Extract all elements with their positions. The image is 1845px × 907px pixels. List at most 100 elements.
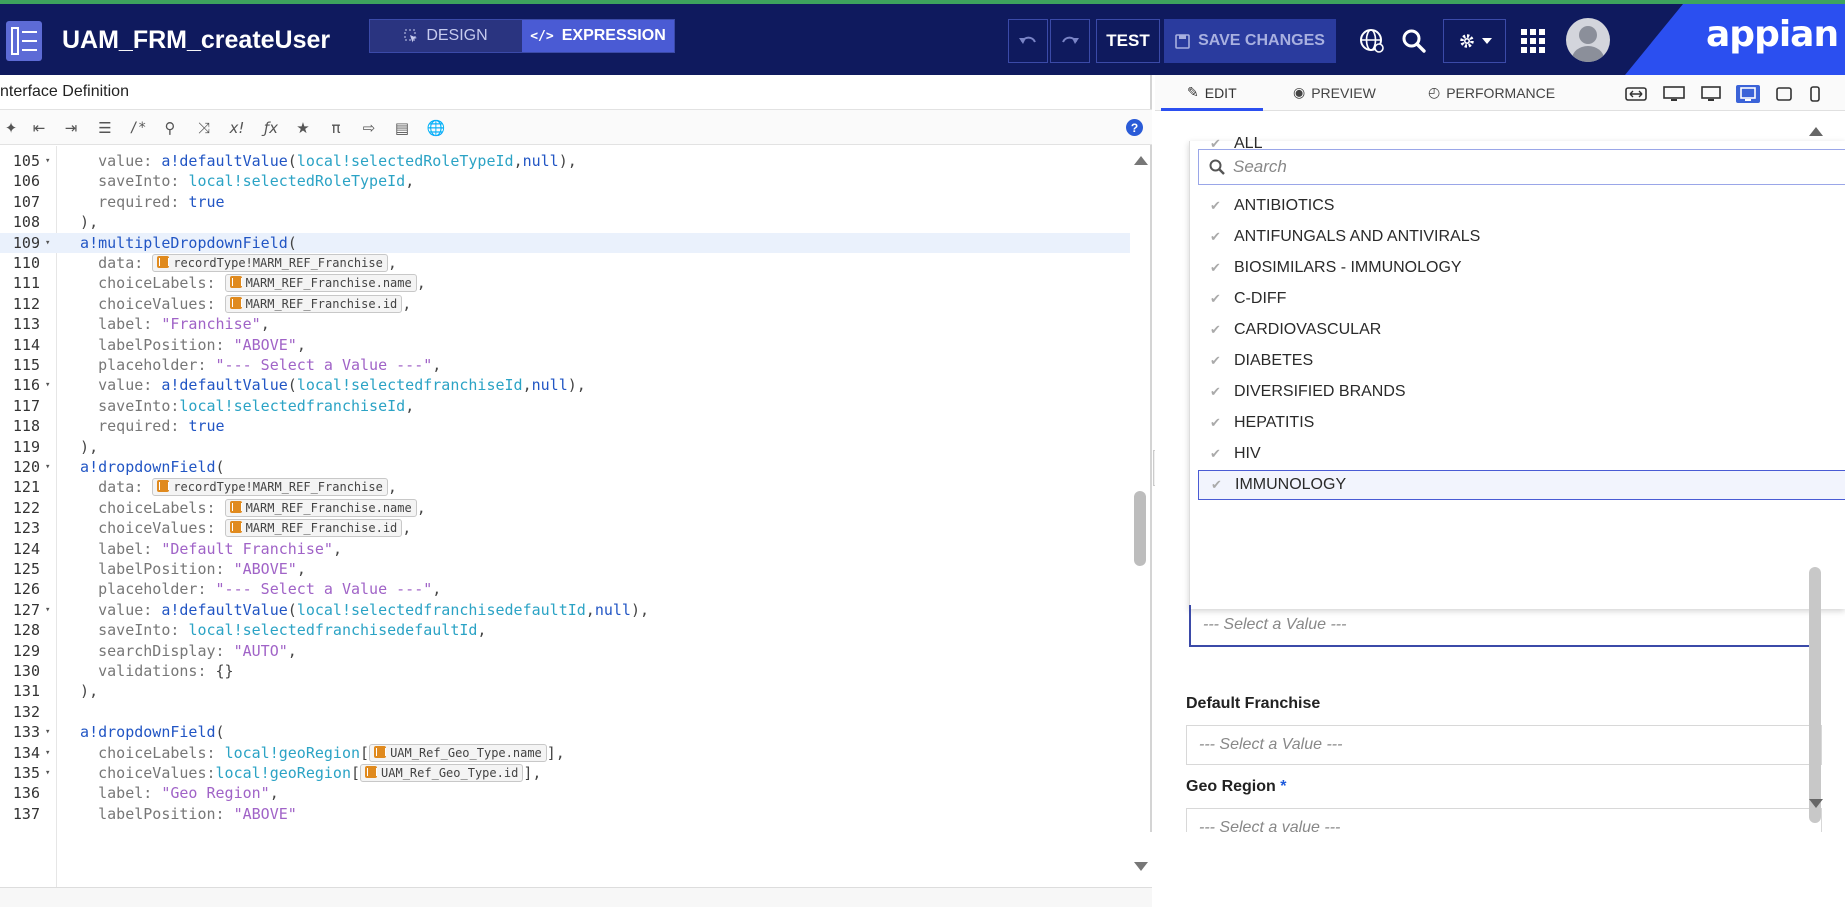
scroll-thumb[interactable]	[1134, 491, 1146, 566]
translations-button[interactable]	[1354, 19, 1390, 63]
redo-button[interactable]	[1050, 19, 1090, 63]
settings-menu-button[interactable]	[1443, 19, 1506, 63]
code-line[interactable]: 121 data: recordType!MARM_REF_Franchise,	[0, 477, 1130, 497]
export-icon[interactable]: ⇨	[358, 118, 380, 138]
save-changes-button[interactable]: SAVE CHANGES	[1164, 19, 1336, 63]
code-line[interactable]: 106 saveInto: local!selectedRoleTypeId,	[0, 171, 1130, 191]
dropdown-option[interactable]: ✔ DIABETES	[1198, 346, 1845, 376]
code-line[interactable]: 133 ▾ a!dropdownField(	[0, 722, 1130, 742]
code-line[interactable]: 137 labelPosition: "ABOVE"	[0, 804, 1130, 824]
desktop-wide-icon[interactable]	[1662, 85, 1686, 103]
dropdown-search-input[interactable]: Search	[1198, 149, 1845, 185]
find-icon[interactable]: ⚲	[159, 118, 181, 138]
help-icon[interactable]: ?	[1126, 119, 1143, 136]
tab-preview[interactable]: ◉ PREVIEW	[1293, 84, 1376, 101]
code-line[interactable]: 127 ▾ value: a!defaultValue(local!selecte…	[0, 600, 1130, 620]
indent-icon[interactable]: ⇥	[60, 118, 82, 138]
code-line[interactable]: 134 ▾ choiceLabels: local!geoRegion[UAM_R…	[0, 743, 1130, 763]
code-line[interactable]: 110 data: recordType!MARM_REF_Franchise,	[0, 253, 1130, 273]
code-line[interactable]: 112 choiceValues: MARM_REF_Franchise.id,	[0, 294, 1130, 314]
remove-function-icon[interactable]: x!	[226, 118, 248, 138]
outdent-icon[interactable]: ⇤	[28, 118, 50, 138]
format-list-icon[interactable]: ☰	[94, 118, 116, 138]
function-icon[interactable]: ƒx	[260, 118, 282, 138]
dropdown-option[interactable]: ✔ CARDIOVASCULAR	[1198, 315, 1845, 345]
code-line[interactable]: 123 choiceValues: MARM_REF_Franchise.id,	[0, 518, 1130, 538]
code-line[interactable]: 130 validations: {}	[0, 661, 1130, 681]
code-line[interactable]: 118 required: true	[0, 416, 1130, 436]
dropdown-option[interactable]: ✔ BIOSIMILARS - IMMUNOLOGY	[1198, 253, 1845, 283]
fold-arrow-icon[interactable]: ▾	[45, 743, 50, 763]
preview-scroll-down-icon[interactable]	[1809, 799, 1823, 808]
geo-region-select[interactable]: --- Select a value ---	[1186, 808, 1822, 832]
dropdown-option[interactable]: ✔ IMMUNOLOGY	[1198, 470, 1845, 500]
undo-button[interactable]	[1008, 19, 1048, 63]
code-line[interactable]: 135 ▾ choiceValues:local!geoRegion[UAM_Re…	[0, 763, 1130, 783]
dropdown-option[interactable]: ✔ ANTIFUNGALS AND ANTIVIRALS	[1198, 222, 1845, 252]
fold-arrow-icon[interactable]: ▾	[45, 375, 50, 395]
code-line[interactable]: 113 label: "Franchise",	[0, 314, 1130, 334]
code-line[interactable]: 111 choiceLabels: MARM_REF_Franchise.nam…	[0, 273, 1130, 293]
code-line[interactable]: 122 choiceLabels: MARM_REF_Franchise.nam…	[0, 498, 1130, 518]
star-icon[interactable]: ★	[292, 118, 314, 138]
code-line[interactable]: 108 ),	[0, 212, 1130, 232]
phone-icon[interactable]	[1803, 85, 1827, 103]
dropdown-option[interactable]: ✔ C-DIFF	[1198, 284, 1845, 314]
code-line[interactable]: 105 ▾ value: a!defaultValue(local!selecte…	[0, 151, 1130, 171]
fold-arrow-icon[interactable]: ▾	[45, 233, 50, 253]
fold-arrow-icon[interactable]: ▾	[45, 763, 50, 783]
code-line[interactable]: 125 labelPosition: "ABOVE",	[0, 559, 1130, 579]
code-line[interactable]: 128 saveInto: local!selectedfranchisedef…	[0, 620, 1130, 640]
code-line[interactable]: 131 ),	[0, 681, 1130, 701]
dropdown-option[interactable]: ✔ HEPATITIS	[1198, 408, 1845, 438]
editor-horizontal-scrollbar[interactable]	[0, 887, 1152, 907]
dropdown-option[interactable]: ✔ HIV	[1198, 439, 1845, 469]
code-line[interactable]: 120 ▾ a!dropdownField(	[0, 457, 1130, 477]
franchise-select-field[interactable]: --- Select a Value ---	[1189, 605, 1819, 647]
desktop-icon[interactable]	[1699, 85, 1723, 103]
preview-scroll-thumb[interactable]	[1809, 567, 1821, 823]
code-line[interactable]: 109 ▾ a!multipleDropdownField(	[0, 232, 1130, 253]
magic-wand-icon[interactable]: ✦	[0, 118, 22, 138]
test-button[interactable]: TEST	[1096, 19, 1160, 63]
tab-edit[interactable]: ✎ EDIT	[1187, 84, 1237, 101]
fold-arrow-icon[interactable]: ▾	[45, 151, 50, 171]
expression-mode-button[interactable]: </> EXPRESSION	[522, 20, 674, 52]
editor-vertical-scrollbar[interactable]	[1130, 146, 1152, 887]
search-button[interactable]	[1396, 19, 1432, 63]
fit-width-icon[interactable]	[1624, 85, 1648, 103]
code-line[interactable]: 129 searchDisplay: "AUTO",	[0, 641, 1130, 661]
dropdown-option[interactable]: ✔ ANTIBIOTICS	[1198, 191, 1845, 221]
code-line[interactable]: 114 labelPosition: "ABOVE",	[0, 335, 1130, 355]
code-line[interactable]: 124 label: "Default Franchise",	[0, 539, 1130, 559]
code-line[interactable]: 117 saveInto:local!selectedfranchiseId,	[0, 396, 1130, 416]
scroll-up-arrow-icon[interactable]	[1134, 156, 1148, 165]
fold-arrow-icon[interactable]: ▾	[45, 722, 50, 742]
fold-arrow-icon[interactable]: ▾	[45, 600, 50, 620]
app-launcher-button[interactable]	[1518, 19, 1548, 63]
dropdown-option[interactable]: ✔ DIVERSIFIED BRANDS	[1198, 377, 1845, 407]
globe-icon[interactable]: 🌐	[425, 118, 447, 138]
code-line[interactable]: 115 placeholder: "--- Select a Value ---…	[0, 355, 1130, 375]
search-document-icon[interactable]: ▤	[391, 118, 413, 138]
line-number: 106	[12, 172, 40, 191]
pi-icon[interactable]: π	[325, 118, 347, 138]
user-avatar[interactable]	[1566, 18, 1610, 62]
code-line[interactable]: 136 label: "Geo Region",	[0, 783, 1130, 803]
code-line[interactable]: 119 ),	[0, 437, 1130, 457]
comment-icon[interactable]: /*	[127, 118, 149, 138]
scroll-down-arrow-icon[interactable]	[1134, 862, 1148, 871]
monitor-icon[interactable]	[1736, 85, 1760, 103]
code-line[interactable]: 107 required: true	[0, 192, 1130, 212]
code-line[interactable]: 132	[0, 702, 1130, 722]
code-line[interactable]: 126 placeholder: "--- Select a Value ---…	[0, 579, 1130, 599]
default-franchise-select[interactable]: --- Select a Value ---	[1186, 725, 1822, 765]
code-area[interactable]: 105 ▾ value: a!defaultValue(local!selecte…	[0, 146, 1130, 887]
shuffle-icon[interactable]: ⤨	[193, 118, 215, 138]
code-line[interactable]: 116 ▾ value: a!defaultValue(local!selecte…	[0, 375, 1130, 395]
fold-arrow-icon[interactable]: ▾	[45, 457, 50, 477]
tab-performance[interactable]: ◴ PERFORMANCE	[1428, 84, 1555, 101]
design-mode-button[interactable]: DESIGN	[370, 20, 522, 52]
line-number: 125	[12, 560, 40, 578]
tablet-icon[interactable]	[1772, 85, 1796, 103]
